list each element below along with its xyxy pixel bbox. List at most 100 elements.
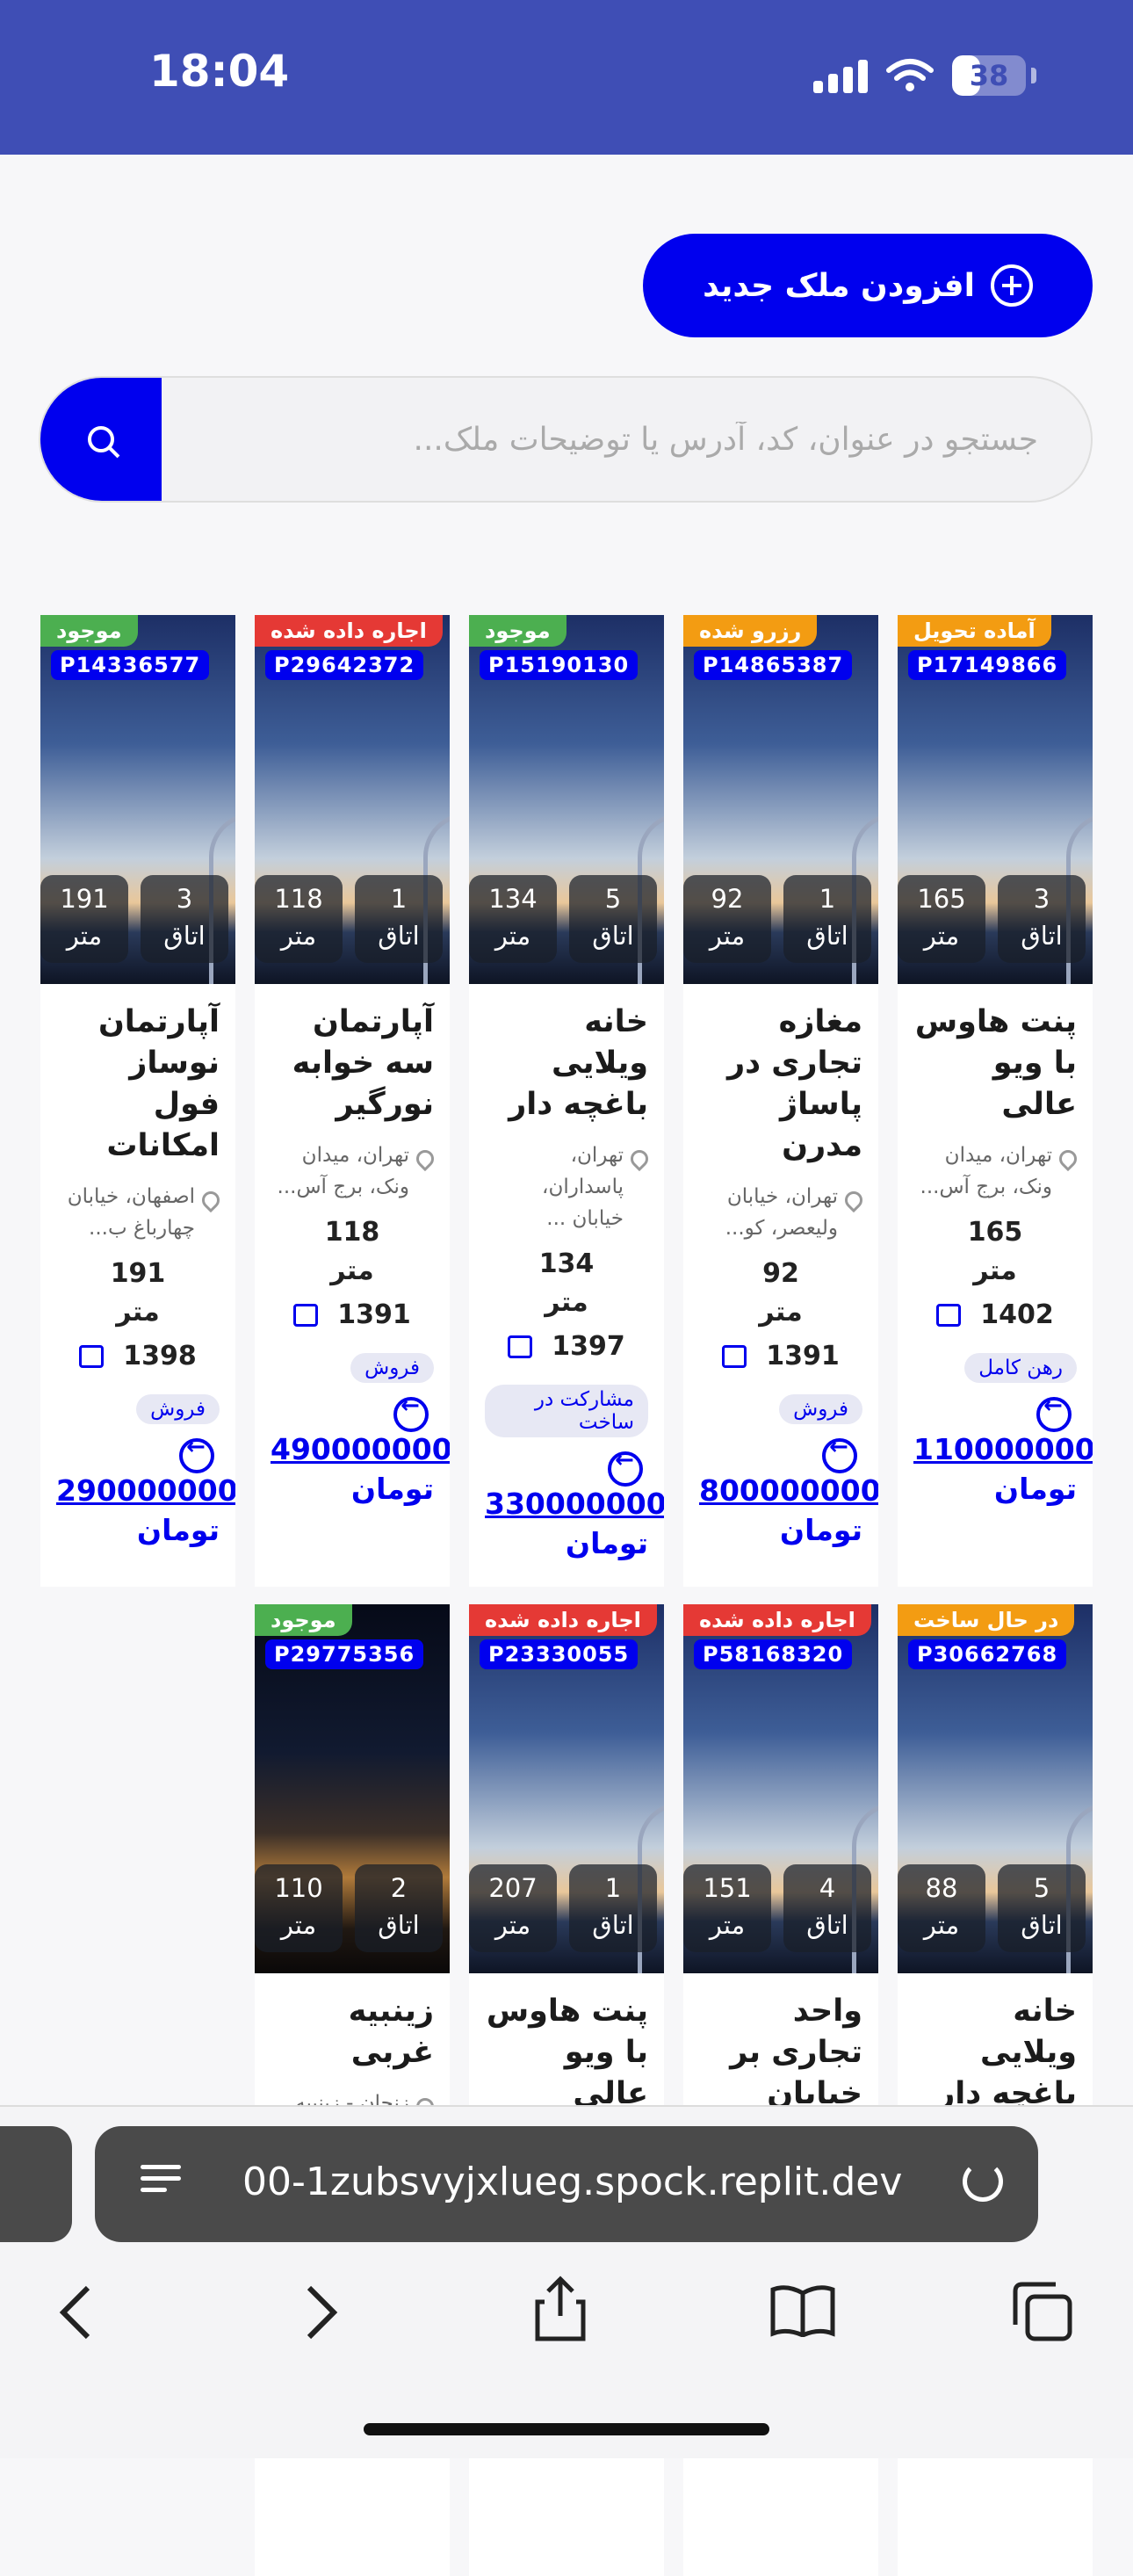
property-card[interactable]: موجود P14336577 3 اتاق 191 متر آپارتمان …: [40, 615, 235, 1587]
property-image[interactable]: اجاره داده شده P58168320 4 اتاق 151 متر: [683, 1604, 878, 1973]
rooms-unit: اتاق: [1021, 1910, 1063, 1940]
property-image[interactable]: اجاره داده شده P23330055 1 اتاق 207 متر: [469, 1604, 664, 1973]
property-title[interactable]: آپارتمان سه خوابه نورگیر: [271, 1002, 434, 1125]
property-title[interactable]: مغازه تجاری در پاساژ مدرن: [699, 1002, 862, 1167]
calendar-icon: [508, 1335, 533, 1358]
rooms-stat: 2 اتاق: [355, 1864, 443, 1952]
area-unit: متر: [923, 921, 960, 951]
property-title[interactable]: آپارتمان نوساز فول امکانات: [56, 1002, 220, 1167]
property-code: P14865387: [694, 650, 853, 680]
property-location: تهران، پاسداران، خیابان ...: [485, 1140, 653, 1234]
location-pin-icon: [198, 1187, 224, 1213]
rooms-value: 2: [390, 1873, 408, 1903]
property-price[interactable]: 2900000000: [56, 1434, 235, 1508]
property-price[interactable]: 1100000000: [913, 1393, 1093, 1466]
tabs-icon[interactable]: [1012, 2281, 1073, 2342]
property-title[interactable]: پنت هاوس با ویو عالی: [485, 1991, 648, 2115]
status-badge: موجود: [469, 615, 566, 647]
rooms-unit: اتاق: [592, 921, 634, 951]
area-stat: 134 متر: [469, 875, 557, 963]
property-card[interactable]: موجود P15190130 5 اتاق 134 متر خانه ویلا…: [469, 615, 664, 1587]
area-value: 207: [488, 1873, 538, 1903]
arrow-left-icon[interactable]: [822, 1434, 857, 1473]
rooms-stat: 5 اتاق: [998, 1864, 1086, 1952]
property-card[interactable]: رزرو شده P14865387 1 اتاق 92 متر مغازه ت…: [683, 615, 878, 1587]
build-year-value: 1402: [980, 1299, 1054, 1330]
calendar-icon: [79, 1344, 105, 1368]
feature-area: 118 متر: [271, 1213, 434, 1291]
property-location: اصفهان، خیابان چهارباغ ب...: [56, 1181, 224, 1244]
property-image[interactable]: اجاره داده شده P29642372 1 اتاق 118 متر: [255, 615, 450, 984]
area-value: 92: [711, 884, 744, 914]
area-value: 110: [274, 1873, 323, 1903]
plus-circle-icon: [990, 264, 1033, 307]
arrow-left-icon[interactable]: [393, 1393, 429, 1432]
share-icon[interactable]: [534, 2276, 587, 2342]
property-title[interactable]: پنت هاوس با ویو عالی: [913, 1002, 1077, 1125]
property-image[interactable]: موجود P14336577 3 اتاق 191 متر: [40, 615, 235, 984]
rooms-value: 1: [390, 884, 408, 914]
rooms-value: 1: [819, 884, 836, 914]
property-details: آپارتمان نوساز فول امکانات اصفهان، خیابا…: [40, 984, 235, 1547]
property-image[interactable]: در حال ساخت P30662768 5 اتاق 88 متر: [898, 1604, 1093, 1973]
property-price[interactable]: 800000000: [699, 1434, 878, 1508]
property-image[interactable]: موجود P29775356 2 اتاق 110 متر: [255, 1604, 450, 1973]
transaction-type: فروش: [779, 1394, 862, 1424]
arrow-left-icon[interactable]: [179, 1434, 214, 1473]
forward-icon[interactable]: [304, 2284, 339, 2341]
property-image[interactable]: موجود P15190130 5 اتاق 134 متر: [469, 615, 664, 984]
status-badge: اجاره داده شده: [255, 615, 443, 647]
build-year: 1397: [485, 1331, 648, 1362]
rooms-unit: اتاق: [806, 921, 848, 951]
property-code: P17149866: [908, 650, 1067, 680]
feature-area: 92 متر: [699, 1255, 862, 1332]
property-title[interactable]: خانه ویلایی باغچه دار: [485, 1002, 648, 1125]
search-button[interactable]: [40, 378, 162, 501]
property-price[interactable]: 3300000000: [485, 1447, 664, 1521]
build-year-value: 1391: [337, 1299, 411, 1330]
search-icon: [88, 426, 114, 452]
price-value: 2900000000: [56, 1473, 235, 1508]
reload-icon[interactable]: [963, 2161, 1003, 2202]
add-property-label: افزودن ملک جدید: [703, 267, 975, 304]
property-image[interactable]: رزرو شده P14865387 1 اتاق 92 متر: [683, 615, 878, 984]
property-details: پنت هاوس با ویو عالی تهران، میدان ونک، ب…: [898, 984, 1093, 1506]
price-currency: تومان: [993, 1471, 1077, 1506]
arrow-left-icon[interactable]: [1036, 1393, 1072, 1432]
previous-tab-preview[interactable]: [0, 2126, 72, 2242]
transaction-type: رهن کامل: [964, 1353, 1077, 1383]
rooms-value: 4: [819, 1873, 836, 1903]
property-location: تهران، خیابان ولیعصر، کو...: [699, 1181, 867, 1244]
area-value: 134: [488, 884, 538, 914]
property-card[interactable]: آماده تحویل P17149866 3 اتاق 165 متر پنت…: [898, 615, 1093, 1587]
back-icon[interactable]: [58, 2284, 93, 2341]
arrow-left-icon[interactable]: [608, 1447, 643, 1487]
build-year-value: 1397: [552, 1331, 625, 1362]
property-price[interactable]: 4900000000: [271, 1393, 450, 1466]
calendar-icon: [722, 1344, 747, 1368]
property-card[interactable]: اجاره داده شده P29642372 1 اتاق 118 متر …: [255, 615, 450, 1587]
area-stat: 110 متر: [255, 1864, 343, 1952]
property-image[interactable]: آماده تحویل P17149866 3 اتاق 165 متر: [898, 615, 1093, 984]
area-value: 191: [60, 884, 109, 914]
rooms-stat: 5 اتاق: [569, 875, 657, 963]
reader-mode-icon[interactable]: [141, 2165, 181, 2203]
rooms-value: 3: [1033, 884, 1050, 914]
price-currency: تومان: [136, 1512, 220, 1547]
property-code: P23330055: [480, 1639, 639, 1669]
price-currency: تومان: [565, 1525, 648, 1560]
url-bar[interactable]: 00-1zubsvyjxlueg.spock.replit.dev: [95, 2126, 1038, 2242]
rooms-unit: اتاق: [378, 921, 420, 951]
location-text: تهران، میدان ونک، برج آس...: [277, 1144, 409, 1198]
property-title[interactable]: زینبیه غربی: [271, 1991, 434, 2073]
feature-area-unit: متر: [330, 1255, 374, 1286]
status-badge: موجود: [40, 615, 138, 647]
search-input[interactable]: [162, 378, 1091, 501]
bookmarks-icon[interactable]: [769, 2284, 836, 2337]
location-pin-icon: [412, 1146, 438, 1172]
add-property-button[interactable]: افزودن ملک جدید: [643, 234, 1093, 337]
area-unit: متر: [923, 1910, 960, 1940]
property-title[interactable]: خانه ویلایی باغچه دار: [913, 1991, 1077, 2115]
price-value: 3300000000: [485, 1486, 664, 1521]
price-value: 4900000000: [271, 1431, 450, 1466]
